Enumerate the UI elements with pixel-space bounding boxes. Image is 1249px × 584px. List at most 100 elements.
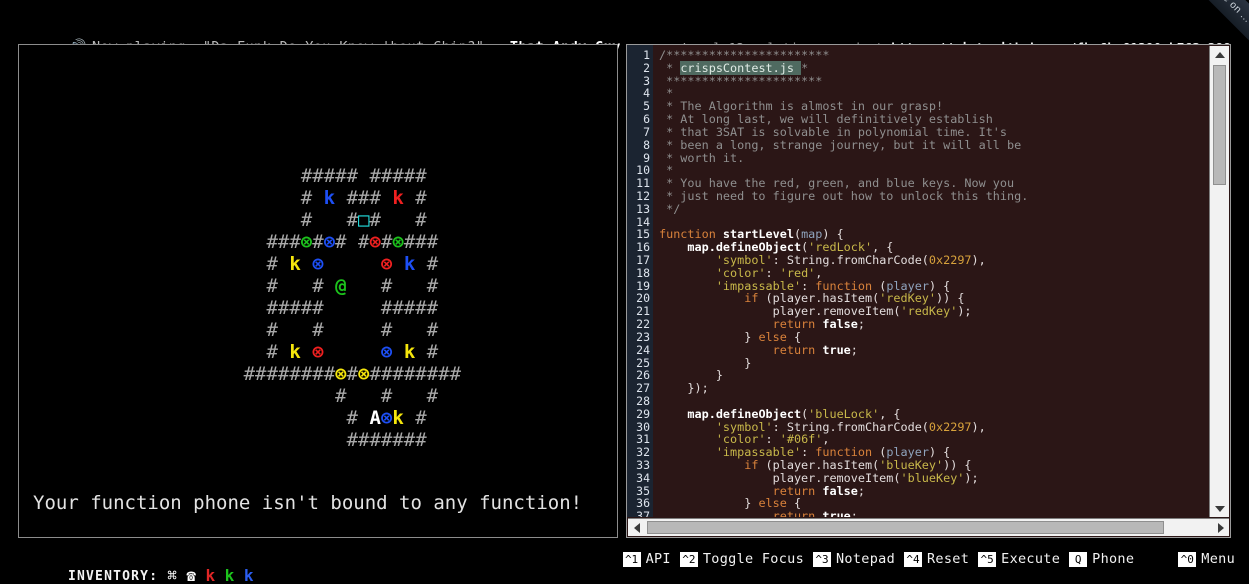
fn-key-reset[interactable]: ^4 Reset — [904, 551, 969, 567]
map-glyph-yellow: k — [403, 341, 416, 363]
map-glyph-blank — [278, 275, 312, 297]
map-glyph-wall: # — [426, 319, 439, 341]
map-glyph-wall: # — [346, 209, 359, 231]
red-key-item[interactable]: k — [206, 566, 216, 584]
map-glyph-wall: ######## — [174, 363, 336, 385]
scroll-down-button[interactable] — [1210, 500, 1229, 517]
map-glyph-wall: # # # — [197, 385, 439, 407]
map-glyph-yellow: ⊗ — [335, 363, 347, 385]
code-text-area[interactable]: /*********************** * crispsContest… — [653, 45, 1208, 517]
vertical-scroll-thumb[interactable] — [1213, 65, 1226, 185]
code-token-plain: ; — [850, 509, 858, 517]
code-line: ********************** — [659, 73, 1208, 88]
map-glyph-green: ⊗ — [300, 231, 313, 253]
game-map: ##### ##### # k ### k # # #□# # ###⊗#⊗# … — [19, 165, 617, 451]
line-number: 13 — [636, 201, 650, 216]
map-glyph-blue: ⊗ — [380, 341, 393, 363]
map-glyph-wall: ##### ##### — [197, 297, 439, 319]
fn-key-label-reset: Reset — [927, 551, 970, 567]
fn-key-menu[interactable]: ^0 Menu — [1178, 551, 1235, 567]
map-glyph-wall: # — [380, 231, 393, 253]
map-glyph-red: k — [392, 187, 404, 209]
line-number: 8 — [643, 137, 650, 152]
scroll-left-button[interactable] — [628, 519, 645, 536]
line-number: 12 — [636, 188, 650, 203]
phone-item[interactable]: ☎ — [186, 566, 196, 584]
code-token-comment: ********************** — [659, 73, 823, 88]
map-glyph-blank — [392, 253, 403, 275]
top-status-bar: 🔊Now playing: "Da Funk Do You Know 'bout… — [0, 0, 1249, 62]
code-line: } — [659, 369, 1208, 382]
line-number: 34 — [636, 470, 650, 485]
line-number: 22 — [636, 317, 650, 332]
editor-horizontal-scrollbar[interactable] — [628, 518, 1229, 536]
fn-key-badge-api: ^1 — [622, 551, 641, 567]
map-glyph-blank — [324, 341, 381, 363]
map-glyph-wall: # — [426, 275, 439, 297]
line-number: 17 — [636, 253, 650, 267]
map-glyph-wall: # — [415, 187, 427, 209]
map-glyph-wall: # — [209, 407, 370, 429]
map-glyph-blank — [415, 341, 426, 363]
code-token-bool: true — [822, 342, 851, 357]
map-glyph-yellow: ⊗ — [358, 363, 370, 385]
map-glyph-wall: ####### — [209, 429, 427, 451]
line-number: 29 — [636, 406, 650, 421]
map-glyph-cyan: □ — [358, 209, 370, 231]
code-line: /*********************** — [659, 49, 1208, 62]
map-glyph-wall: ######## — [369, 363, 462, 385]
map-glyph-blank — [404, 407, 415, 429]
map-glyph-blank — [312, 209, 346, 231]
code-token-comment: */ — [659, 201, 681, 216]
game-viewport[interactable]: ##### ##### # k ### k # # #□# # ###⊗#⊗# … — [18, 44, 618, 538]
code-editor-pane[interactable]: 1 2 3 4 5 6 7 8 9 10 11 12 13 14 15 16 17 18 19 20 21 22 23 24 2… — [626, 44, 1231, 538]
fn-key-api[interactable]: ^1 API — [622, 551, 671, 567]
command-item[interactable]: ⌘ — [167, 566, 177, 584]
map-row: # k ⊗ ⊗ k # — [19, 341, 617, 363]
map-glyph-green: @ — [335, 275, 347, 297]
fn-key-phone[interactable]: Q Phone — [1069, 551, 1134, 567]
fn-key-badge-notepad: ^3 — [813, 551, 831, 567]
fn-key-label-phone: Phone — [1092, 551, 1135, 567]
function-key-bar: ^1 API ^2 Toggle Focus ^3 Notepad ^4 Reset ^5 Exe… — [622, 551, 1235, 567]
line-number: 23 — [636, 329, 650, 344]
map-row: # # # # — [19, 319, 617, 341]
line-number: 6 — [643, 112, 650, 127]
map-glyph-blank — [347, 275, 381, 297]
map-glyph-wall: ### — [346, 187, 381, 209]
line-number: 33 — [636, 458, 650, 472]
map-glyph-wall: # — [369, 209, 381, 231]
inventory-display: INVENTORY: ⌘ ☎ k k k — [18, 552, 254, 584]
map-row: ####### — [19, 429, 617, 451]
code-line: */ — [659, 201, 1208, 216]
map-glyph-wall: # — [380, 319, 393, 341]
horizontal-scroll-thumb[interactable] — [647, 521, 1164, 534]
code-token-bool: true — [822, 509, 851, 517]
green-key-item[interactable]: k — [225, 566, 235, 584]
map-glyph-blank — [392, 319, 426, 341]
map-row: # k ⊗ ⊗ k # — [19, 253, 617, 275]
scroll-right-button[interactable] — [1212, 519, 1229, 536]
fn-key-execute[interactable]: ^5 Execute — [978, 551, 1060, 567]
editor-vertical-scrollbar[interactable] — [1209, 46, 1229, 517]
fn-key-notepad[interactable]: ^3 Notepad — [813, 551, 895, 567]
map-glyph-wall: # — [197, 341, 290, 363]
map-glyph-blank — [381, 187, 392, 209]
code-token-bool: false — [822, 483, 858, 498]
map-row: ##### ##### — [19, 165, 617, 187]
scroll-up-button[interactable] — [1210, 46, 1229, 63]
map-glyph-blank — [324, 253, 381, 275]
chevron-down-icon — [1214, 505, 1225, 512]
code-editor-body[interactable]: 1 2 3 4 5 6 7 8 9 10 11 12 13 14 15 16 17 18 19 20 21 22 23 24 2… — [627, 45, 1208, 517]
fn-key-toggle-focus[interactable]: ^2 Toggle Focus — [679, 551, 804, 567]
map-glyph-blue: ⊗ — [312, 253, 324, 275]
map-row: ##### ##### — [19, 297, 617, 319]
map-glyph-wall: ### — [403, 231, 439, 253]
code-token-str: 'redKey' — [900, 304, 958, 319]
map-glyph-wall: # — [197, 253, 290, 275]
line-number: 28 — [636, 393, 650, 408]
blue-key-item[interactable]: k — [244, 566, 254, 584]
map-glyph-yellow: k — [289, 341, 301, 363]
map-glyph-white: A — [369, 407, 381, 429]
